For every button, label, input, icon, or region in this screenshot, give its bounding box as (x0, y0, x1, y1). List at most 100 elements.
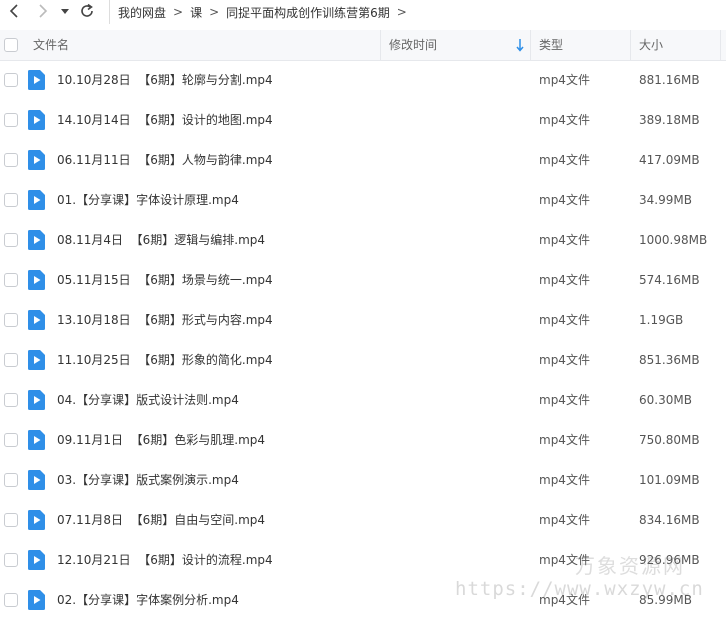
row-checkbox[interactable] (4, 433, 18, 447)
row-checkbox[interactable] (4, 353, 18, 367)
file-row[interactable]: 06.11月11日 【6期】人物与韵律.mp4 mp4文件 417.09MB (0, 140, 726, 180)
forward-button[interactable] (34, 2, 52, 20)
file-size: 834.16MB (639, 513, 700, 527)
video-file-icon (28, 590, 45, 610)
video-file-icon (28, 390, 45, 410)
file-row[interactable]: 04.【分享课】版式设计法则.mp4 mp4文件 60.30MB (0, 380, 726, 420)
file-name[interactable]: 13.10月18日 【6期】形式与内容.mp4 (57, 300, 273, 340)
breadcrumb-item[interactable]: 课 (190, 4, 202, 21)
file-name[interactable]: 10.10月28日 【6期】轮廓与分割.mp4 (57, 60, 273, 100)
breadcrumb-separator-icon: > (209, 5, 220, 19)
file-row[interactable]: 05.11月15日 【6期】场景与统一.mp4 mp4文件 574.16MB (0, 260, 726, 300)
video-file-icon (28, 150, 45, 170)
file-row[interactable]: 14.10月14日 【6期】设计的地图.mp4 mp4文件 389.18MB (0, 100, 726, 140)
file-type: mp4文件 (539, 393, 590, 407)
watermark-text: 万象资源网 (575, 554, 685, 578)
row-checkbox[interactable] (4, 313, 18, 327)
video-file-icon (28, 550, 45, 570)
sort-down-icon[interactable] (515, 38, 525, 52)
breadcrumb-item[interactable]: 我的网盘 (118, 4, 166, 21)
column-header-type[interactable]: 类型 (539, 30, 563, 60)
back-button[interactable] (6, 2, 24, 20)
file-type: mp4文件 (539, 233, 590, 247)
caret-down-icon (61, 9, 69, 14)
video-file-icon (28, 270, 45, 290)
video-file-icon (28, 310, 45, 330)
file-type: mp4文件 (539, 513, 590, 527)
row-checkbox[interactable] (4, 73, 18, 87)
file-row[interactable]: 08.11月4日 【6期】逻辑与编排.mp4 mp4文件 1000.98MB (0, 220, 726, 260)
file-name[interactable]: 08.11月4日 【6期】逻辑与编排.mp4 (57, 220, 265, 260)
column-header-name[interactable]: 文件名 (33, 30, 69, 60)
row-checkbox[interactable] (4, 233, 18, 247)
file-type: mp4文件 (539, 153, 590, 167)
row-checkbox[interactable] (4, 393, 18, 407)
file-size: 1.19GB (639, 313, 684, 327)
history-dropdown[interactable] (58, 2, 72, 20)
breadcrumb: 我的网盘 > 课 > 同捉平面构成创作训练营第6期 > (109, 0, 414, 24)
file-size: 851.36MB (639, 353, 700, 367)
file-size: 881.16MB (639, 73, 700, 87)
row-checkbox[interactable] (4, 273, 18, 287)
file-type: mp4文件 (539, 73, 590, 87)
file-size: 750.80MB (639, 433, 700, 447)
file-row[interactable]: 03.【分享课】版式案例演示.mp4 mp4文件 101.09MB (0, 460, 726, 500)
video-file-icon (28, 110, 45, 130)
file-size: 34.99MB (639, 193, 692, 207)
file-type: mp4文件 (539, 193, 590, 207)
file-row[interactable]: 11.10月25日 【6期】形象的简化.mp4 mp4文件 851.36MB (0, 340, 726, 380)
file-type: mp4文件 (539, 113, 590, 127)
file-size: 60.30MB (639, 393, 692, 407)
breadcrumb-separator-icon: > (173, 5, 184, 19)
file-name[interactable]: 14.10月14日 【6期】设计的地图.mp4 (57, 100, 273, 140)
toolbar: 我的网盘 > 课 > 同捉平面构成创作训练营第6期 > (0, 0, 726, 24)
file-name[interactable]: 01.【分享课】字体设计原理.mp4 (57, 180, 239, 220)
file-type: mp4文件 (539, 273, 590, 287)
chevron-right-icon (39, 4, 48, 18)
file-type: mp4文件 (539, 473, 590, 487)
breadcrumb-item[interactable]: 同捉平面构成创作训练营第6期 (226, 4, 390, 21)
file-name[interactable]: 11.10月25日 【6期】形象的简化.mp4 (57, 340, 273, 380)
file-type: mp4文件 (539, 353, 590, 367)
file-row[interactable]: 01.【分享课】字体设计原理.mp4 mp4文件 34.99MB (0, 180, 726, 220)
file-row[interactable]: 13.10月18日 【6期】形式与内容.mp4 mp4文件 1.19GB (0, 300, 726, 340)
file-name[interactable]: 05.11月15日 【6期】场景与统一.mp4 (57, 260, 273, 300)
column-header-mtime[interactable]: 修改时间 (389, 30, 437, 60)
file-size: 101.09MB (639, 473, 700, 487)
file-name[interactable]: 03.【分享课】版式案例演示.mp4 (57, 460, 239, 500)
video-file-icon (28, 430, 45, 450)
column-divider[interactable] (630, 30, 631, 60)
file-row[interactable]: 10.10月28日 【6期】轮廓与分割.mp4 mp4文件 881.16MB (0, 60, 726, 100)
row-checkbox[interactable] (4, 473, 18, 487)
row-checkbox[interactable] (4, 553, 18, 567)
file-size: 389.18MB (639, 113, 700, 127)
file-name[interactable]: 09.11月1日 【6期】色彩与肌理.mp4 (57, 420, 265, 460)
file-name[interactable]: 07.11月8日 【6期】自由与空间.mp4 (57, 500, 265, 540)
column-divider[interactable] (720, 30, 721, 60)
file-row[interactable]: 09.11月1日 【6期】色彩与肌理.mp4 mp4文件 750.80MB (0, 420, 726, 460)
breadcrumb-separator-icon: > (396, 5, 407, 19)
column-divider[interactable] (380, 30, 381, 60)
column-header-size[interactable]: 大小 (639, 30, 663, 60)
select-all-checkbox[interactable] (4, 38, 18, 52)
row-checkbox[interactable] (4, 113, 18, 127)
file-name[interactable]: 12.10月21日 【6期】设计的流程.mp4 (57, 540, 273, 580)
file-row[interactable]: 07.11月8日 【6期】自由与空间.mp4 mp4文件 834.16MB (0, 500, 726, 540)
row-checkbox[interactable] (4, 153, 18, 167)
file-name[interactable]: 06.11月11日 【6期】人物与韵律.mp4 (57, 140, 273, 180)
file-list-header: 文件名 修改时间 类型 大小 (0, 30, 726, 61)
video-file-icon (28, 190, 45, 210)
row-checkbox[interactable] (4, 593, 18, 607)
row-checkbox[interactable] (4, 513, 18, 527)
row-checkbox[interactable] (4, 193, 18, 207)
file-size: 1000.98MB (639, 233, 708, 247)
file-name[interactable]: 02.【分享课】字体案例分析.mp4 (57, 580, 239, 620)
refresh-button[interactable] (78, 2, 96, 20)
chevron-left-icon (9, 4, 18, 18)
file-type: mp4文件 (539, 313, 590, 327)
watermark-url: https://www.wxzyw.cn (455, 578, 704, 600)
column-divider[interactable] (530, 30, 531, 60)
file-type: mp4文件 (539, 433, 590, 447)
video-file-icon (28, 510, 45, 530)
file-name[interactable]: 04.【分享课】版式设计法则.mp4 (57, 380, 239, 420)
